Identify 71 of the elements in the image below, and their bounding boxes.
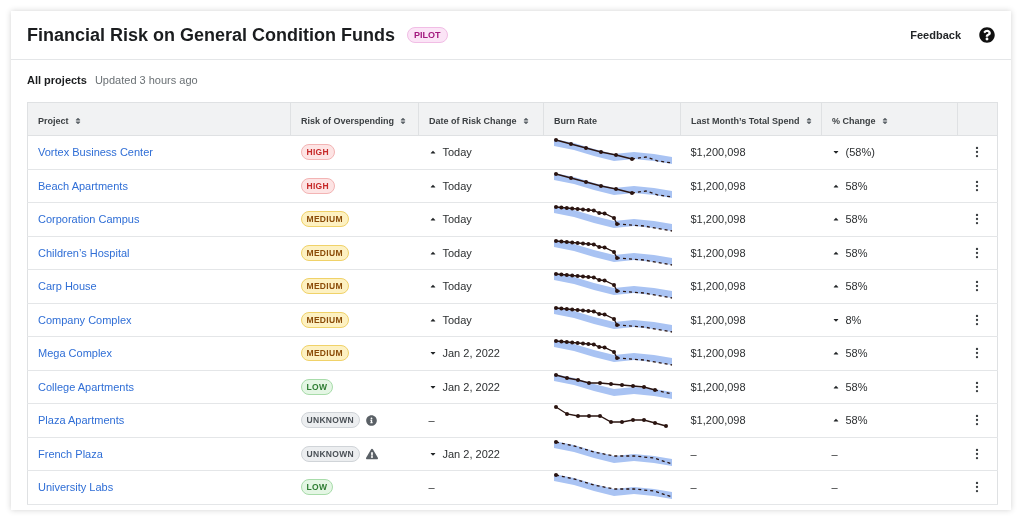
percent-change: 8% (845, 313, 862, 326)
total-spend: $1,200,098 (690, 246, 746, 259)
percent-change: 58% (845, 380, 868, 393)
column-header[interactable]: Project (38, 116, 82, 126)
project-link[interactable]: University Labs (38, 481, 114, 494)
total-spend: $1,200,098 (690, 213, 746, 226)
percent-change: 58% (845, 347, 868, 360)
risk-badge: UNKNOWN (300, 445, 360, 462)
risk-change-date: – (428, 414, 435, 427)
project-link[interactable]: Mega Complex (38, 347, 112, 360)
sort-icon[interactable] (73, 117, 82, 125)
updated-text: Updated 3 hours ago (94, 74, 198, 86)
project-link[interactable]: Plaza Apartments (38, 414, 125, 427)
help-icon[interactable] (979, 27, 995, 43)
risk-change-date: Today (442, 213, 472, 226)
page-title: Financial Risk on General Condition Funds (27, 24, 396, 46)
project-link[interactable]: Children’s Hospital (38, 246, 130, 259)
percent-change: 58% (845, 414, 868, 427)
project-link[interactable]: Corporation Campus (38, 213, 140, 226)
risk-badge: HIGH (300, 177, 335, 194)
column-header[interactable]: % Change (832, 116, 889, 126)
risk-badge: HIGH (300, 144, 335, 161)
percent-change: – (831, 481, 838, 494)
risk-badge: MEDIUM (300, 278, 349, 295)
project-link[interactable]: French Plaza (38, 447, 103, 460)
total-spend: $1,200,098 (690, 414, 746, 427)
project-link[interactable]: Carp House (38, 280, 97, 293)
feedback-button[interactable]: Feedback (904, 25, 967, 45)
risk-change-date: Jan 2, 2022 (442, 347, 500, 360)
total-spend: $1,200,098 (690, 347, 746, 360)
risk-change-date: Today (442, 246, 472, 259)
total-spend: $1,200,098 (690, 280, 746, 293)
percent-change: – (831, 447, 838, 460)
risk-badge: LOW (300, 378, 334, 395)
risk-change-date: Today (442, 280, 472, 293)
risk-badge: MEDIUM (300, 211, 349, 228)
sort-icon[interactable] (521, 117, 530, 125)
percent-change: 58% (845, 179, 868, 192)
info-icon[interactable] (365, 414, 377, 426)
total-spend: $1,200,098 (690, 146, 746, 159)
sort-icon[interactable] (399, 117, 408, 125)
column-header[interactable]: Burn Rate (554, 116, 597, 126)
risk-change-date: Today (442, 313, 472, 326)
risk-change-date: – (428, 481, 435, 494)
risk-change-date: Today (442, 146, 472, 159)
total-spend: $1,200,098 (690, 313, 746, 326)
project-link[interactable]: Vortex Business Center (38, 146, 153, 159)
risk-change-date: Today (442, 179, 472, 192)
risk-badge: MEDIUM (300, 311, 349, 328)
risk-badge: UNKNOWN (300, 412, 360, 429)
total-spend: $1,200,098 (690, 380, 746, 393)
sort-icon[interactable] (804, 117, 813, 125)
sort-icon[interactable] (880, 117, 889, 125)
risk-change-date: Jan 2, 2022 (442, 447, 500, 460)
pilot-badge: PILOT (407, 27, 448, 43)
project-link[interactable]: Company Complex (38, 313, 132, 326)
project-link[interactable]: College Apartments (38, 380, 134, 393)
project-link[interactable]: Beach Apartments (38, 179, 128, 192)
total-spend: $1,200,098 (690, 179, 746, 192)
risk-badge: LOW (300, 479, 334, 496)
percent-change: 58% (845, 213, 868, 226)
percent-change: (58%) (845, 146, 875, 159)
percent-change: 58% (845, 280, 868, 293)
risk-change-date: Jan 2, 2022 (442, 380, 500, 393)
risk-badge: MEDIUM (300, 345, 349, 362)
risk-badge: MEDIUM (300, 244, 349, 261)
total-spend: – (690, 481, 697, 494)
warning-icon[interactable] (365, 447, 378, 460)
percent-change: 58% (845, 246, 868, 259)
scope-label: All projects (27, 74, 87, 86)
total-spend: – (690, 447, 697, 460)
